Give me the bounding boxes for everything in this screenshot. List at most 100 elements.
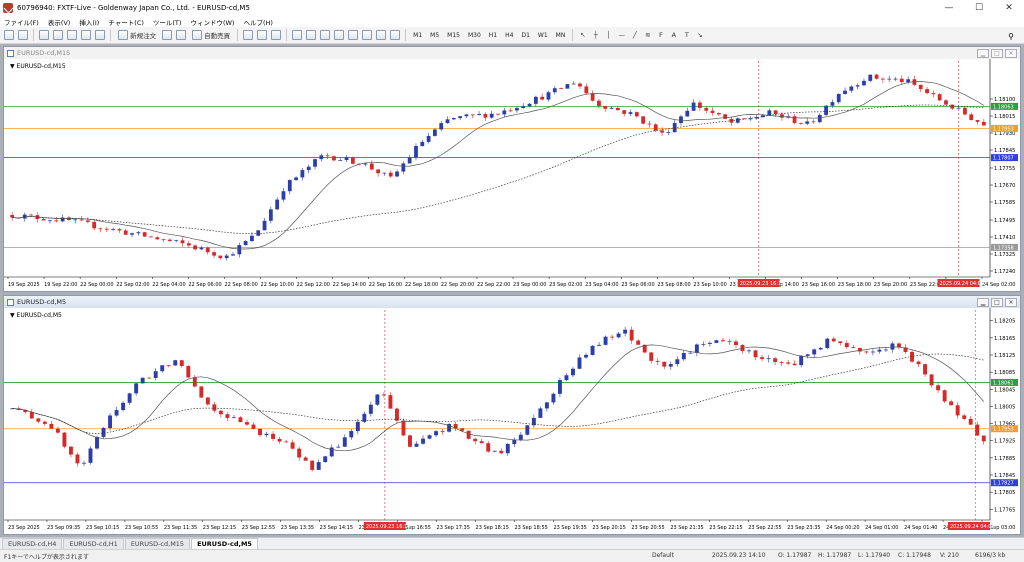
candle-body — [264, 433, 269, 436]
price-chart-m5[interactable]: ▼ EURUSD-cd,M5 1.18205 1.18165 1.18125 1.180… — [4, 308, 1020, 534]
metaeditor-button[interactable] — [161, 29, 173, 42]
signals-button[interactable] — [175, 29, 187, 42]
status-profile[interactable]: Default — [652, 552, 674, 559]
price-tick-label: 1.17410 — [994, 235, 1015, 241]
close-button[interactable]: ✕ — [994, 0, 1024, 16]
candle-body — [388, 395, 393, 409]
timeframe-d1[interactable]: D1 — [518, 32, 532, 39]
candle-body — [508, 110, 513, 112]
candle-body — [688, 352, 693, 354]
menu-help[interactable]: ヘルプ(H) — [243, 17, 272, 27]
candle-body — [489, 113, 494, 118]
chart-window-m5[interactable]: EURUSD-cd,M5 ▁ □ × ▼ EURUSD-cd,M5 1.18205 1.… — [3, 295, 1021, 535]
timeframe-w1[interactable]: W1 — [535, 32, 551, 39]
profiles-button[interactable] — [17, 29, 29, 42]
candle-body — [565, 84, 570, 89]
candle-body — [62, 432, 67, 447]
chart-maximize-button[interactable]: □ — [991, 48, 1003, 58]
text-tool[interactable]: A — [668, 29, 679, 42]
chart-shift-button[interactable] — [333, 29, 345, 42]
maximize-button[interactable]: ☐ — [964, 0, 994, 16]
candle-body — [186, 366, 191, 378]
tile-windows-button[interactable] — [319, 29, 331, 42]
navigator-button[interactable] — [66, 29, 78, 42]
candle-body — [655, 360, 660, 362]
timeframe-mn[interactable]: MN — [553, 32, 569, 39]
time-tick-label: 23 Sep 18:00 — [838, 282, 871, 288]
tab-eurusd-h1[interactable]: EURUSD-cd,H1 — [63, 538, 124, 549]
chart-close-button[interactable]: × — [1005, 297, 1017, 307]
candle-body — [114, 410, 119, 416]
menu-view[interactable]: 表示(V) — [48, 17, 71, 27]
chart-maximize-button[interactable]: □ — [991, 297, 1003, 307]
timeframe-h4[interactable]: H4 — [502, 32, 516, 39]
candlestick-button[interactable] — [256, 29, 268, 42]
candle-body — [874, 74, 879, 79]
timeframe-m5[interactable]: M5 — [427, 32, 442, 39]
candle-body — [527, 103, 532, 107]
time-tick-label: 23 Sep 06:00 — [621, 282, 654, 288]
chart-minimize-button[interactable]: ▁ — [977, 297, 989, 307]
price-level-label: 1.18061 — [993, 380, 1014, 386]
candle-body — [799, 355, 804, 366]
chart-close-button[interactable]: × — [1005, 48, 1017, 58]
line-chart-button[interactable] — [270, 29, 282, 42]
price-tick-label: 1.17240 — [994, 269, 1015, 275]
timeframe-m1[interactable]: M1 — [410, 32, 425, 39]
fibonacci-tool[interactable]: F — [655, 29, 666, 42]
candle-body — [275, 199, 280, 210]
autoscroll-button[interactable] — [347, 29, 359, 42]
zoom-in-button[interactable] — [291, 29, 303, 42]
time-tick-label: 22 Sep 16:00 — [369, 282, 402, 288]
menu-file[interactable]: ファイル(F) — [4, 17, 39, 27]
candle-body — [421, 438, 425, 444]
price-tick-label: 1.17765 — [994, 507, 1015, 513]
cursor-tool[interactable]: ↖ — [577, 29, 588, 42]
candle-body — [212, 252, 216, 256]
tab-eurusd-m5[interactable]: EURUSD-cd,M5 — [191, 538, 258, 549]
time-tick-label: 22 Sep 08:00 — [224, 282, 257, 288]
chart-background — [4, 59, 1020, 291]
price-chart-m15[interactable]: ▼ EURUSD-cd,M151.181001.180151.179301.17… — [4, 59, 1020, 291]
label-tool[interactable]: T — [681, 29, 692, 42]
indicators-button[interactable] — [361, 29, 373, 42]
candle-body — [297, 448, 302, 458]
arrows-tool[interactable]: ↘ — [694, 29, 705, 42]
bar-chart-button[interactable] — [242, 29, 254, 42]
menu-window[interactable]: ウィンドウ(W) — [190, 17, 234, 27]
candle-body — [890, 343, 895, 350]
time-tick-label: 23 Sep 16:00 — [802, 282, 835, 288]
candle-body — [193, 245, 198, 250]
new-chart-button[interactable] — [3, 29, 15, 42]
minimize-button[interactable]: — — [934, 0, 964, 16]
candle-body — [29, 412, 34, 419]
menu-tools[interactable]: ツール(T) — [153, 17, 182, 27]
search-button[interactable]: ⚲ — [1002, 30, 1020, 42]
timeframe-m30[interactable]: M30 — [465, 32, 484, 39]
channel-tool[interactable]: ≋ — [642, 29, 653, 42]
menu-insert[interactable]: 挿入(I) — [79, 17, 99, 27]
templates-button[interactable] — [389, 29, 401, 42]
timeframe-h1[interactable]: H1 — [486, 32, 500, 39]
data-window-button[interactable] — [52, 29, 64, 42]
trendline-tool[interactable]: ╱ — [629, 29, 640, 42]
timeframe-m15[interactable]: M15 — [444, 32, 463, 39]
status-bar: F1キーでヘルプが表示されます Default 2025.09.23 14:10… — [0, 549, 1024, 562]
strategy-tester-button[interactable] — [94, 29, 106, 42]
chart-minimize-button[interactable]: ▁ — [977, 48, 989, 58]
periods-button[interactable] — [375, 29, 387, 42]
market-watch-button[interactable] — [38, 29, 50, 42]
menu-chart[interactable]: チャート(C) — [108, 17, 144, 27]
tab-eurusd-h4[interactable]: EURUSD-cd,H4 — [2, 538, 63, 549]
vertical-line-tool[interactable]: │ — [603, 29, 614, 42]
data-window-icon — [53, 30, 63, 40]
horizontal-line-tool[interactable]: — — [616, 29, 627, 42]
new-order-button[interactable]: 新規注文 — [115, 29, 159, 42]
zoom-out-button[interactable] — [305, 29, 317, 42]
crosshair-tool[interactable]: ┼ — [590, 29, 601, 42]
terminal-button[interactable] — [80, 29, 92, 42]
chart-window-m15[interactable]: EURUSD-cd,M15 ▁ □ × ▼ EURUSD-cd,M15 1.18100… — [3, 46, 1021, 292]
auto-trade-button[interactable]: 自動売買 — [189, 29, 233, 42]
candle-body — [117, 229, 122, 231]
tab-eurusd-m15[interactable]: EURUSD-cd,M15 — [124, 538, 191, 549]
